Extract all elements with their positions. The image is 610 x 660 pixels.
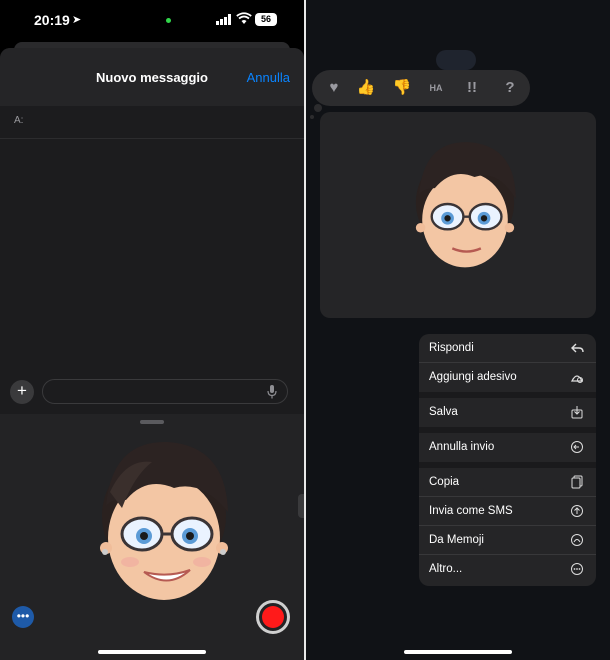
tapback-bar: ♥ 👍 👎 HA!!?	[312, 70, 530, 106]
reply-icon	[571, 343, 584, 353]
send-sms-icon	[571, 505, 583, 517]
haha-icon[interactable]: HA	[426, 79, 446, 97]
menu-item-undo-send[interactable]: Annulla invio	[419, 433, 596, 468]
microphone-icon[interactable]	[267, 385, 277, 399]
location-arrow-icon: ➤	[72, 14, 82, 26]
status-time: 20:19	[34, 12, 70, 28]
thumbs-down-icon[interactable]: 👎	[392, 79, 412, 97]
home-indicator[interactable]	[98, 650, 206, 654]
sticker-icon	[570, 375, 584, 383]
recipient-field[interactable]: A:	[0, 106, 304, 139]
memoji-icon	[571, 534, 583, 546]
menu-item-label: Altro...	[429, 563, 463, 575]
memoji-avatar[interactable]	[82, 428, 246, 608]
tapback-tail-small	[310, 115, 314, 119]
nav-bar: Nuovo messaggio Annulla	[0, 48, 304, 106]
new-message-sheet: Nuovo messaggio Annulla A:	[0, 48, 304, 418]
panel-grabber[interactable]	[140, 420, 164, 424]
menu-item-label: Salva	[429, 406, 458, 418]
menu-item-sticker[interactable]: Aggiungi adesivo	[419, 363, 596, 398]
undo-send-icon	[571, 441, 583, 453]
wifi-icon	[236, 12, 252, 24]
memoji-message-bubble[interactable]	[320, 112, 596, 318]
context-menu: Rispondi Aggiungi adesivo Salva Annulla inv…	[419, 334, 596, 586]
question-icon[interactable]: ?	[500, 79, 520, 97]
more-icon	[571, 563, 583, 575]
menu-item-label: Annulla invio	[429, 441, 495, 453]
battery-indicator: 56	[255, 13, 277, 26]
cellular-signal-icon	[216, 14, 231, 25]
record-dot-icon	[262, 606, 284, 628]
menu-item-save[interactable]: Salva	[419, 398, 596, 433]
message-input[interactable]	[42, 379, 288, 404]
menu-item-copy[interactable]: Copia	[419, 468, 596, 497]
cancel-button[interactable]: Annulla	[247, 70, 290, 85]
menu-item-label: Copia	[429, 476, 460, 488]
memoji-panel: •••	[0, 414, 304, 660]
add-attachment-button[interactable]: +	[10, 380, 34, 404]
exclamation-icon[interactable]: !!	[462, 79, 482, 97]
menu-item-label: Aggiungi adesivo	[429, 371, 517, 383]
blurred-background	[436, 50, 476, 70]
menu-item-reply[interactable]: Rispondi	[419, 334, 596, 363]
memoji-sticker	[415, 142, 516, 268]
message-input-row: +	[0, 374, 304, 414]
heart-icon[interactable]: ♥	[324, 79, 344, 97]
home-indicator[interactable]	[404, 650, 512, 654]
menu-item-memoji[interactable]: Da Memoji	[419, 526, 596, 555]
camera-indicator-dot	[166, 18, 171, 23]
copy-icon	[571, 475, 583, 489]
compose-screen: 20:19 ➤ 56 Nuovo messaggio Annulla A: +	[0, 0, 304, 660]
more-apps-button[interactable]: •••	[12, 606, 34, 628]
tapback-tail	[314, 104, 322, 112]
status-bar: 20:19 ➤ 56	[0, 0, 304, 42]
message-context-screen: ♥ 👍 👎 HA!!? Rispondi Aggiungi adesivo Salva An…	[306, 0, 610, 660]
menu-item-more[interactable]: Altro...	[419, 555, 596, 584]
recipient-label: A:	[14, 115, 24, 126]
menu-item-label: Da Memoji	[429, 534, 484, 546]
menu-item-label: Invia come SMS	[429, 505, 513, 517]
menu-item-send-sms[interactable]: Invia come SMS	[419, 497, 596, 526]
save-icon	[571, 406, 583, 419]
record-button[interactable]	[256, 600, 290, 634]
menu-item-label: Rispondi	[429, 342, 474, 354]
thumbs-up-icon[interactable]: 👍	[356, 79, 376, 97]
